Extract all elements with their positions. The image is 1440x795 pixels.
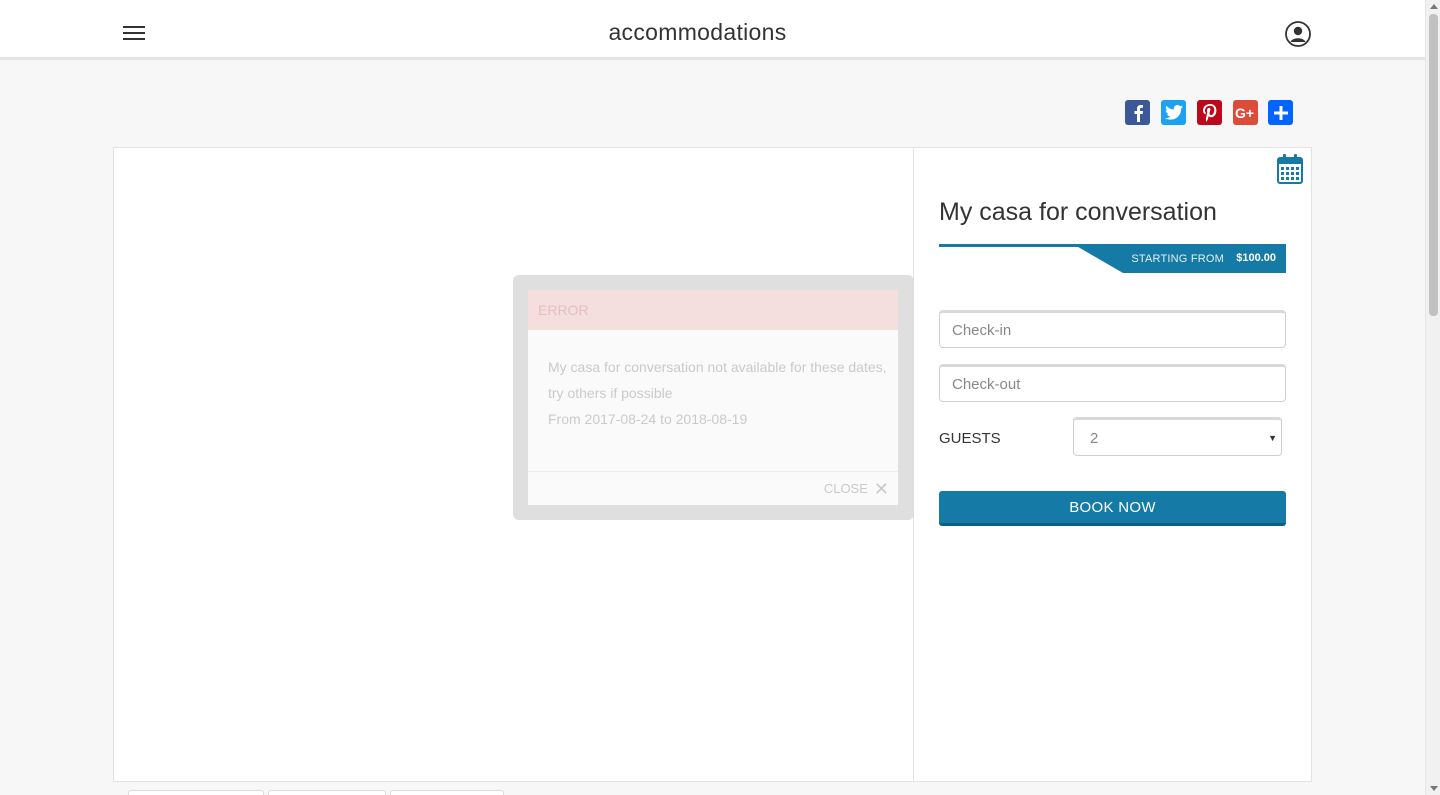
book-now-button[interactable]: BOOK NOW — [939, 491, 1286, 526]
error-modal-body: My casa for conversation not available f… — [548, 354, 888, 432]
facebook-share-button[interactable] — [1125, 100, 1150, 125]
guests-value: 2 — [1090, 430, 1099, 447]
error-modal-header: ERROR — [528, 290, 898, 330]
scroll-down-icon[interactable] — [1430, 786, 1438, 791]
scroll-up-icon[interactable] — [1430, 4, 1438, 9]
checkout-input[interactable] — [939, 364, 1286, 402]
close-label: CLOSE — [823, 481, 868, 496]
svg-text:G+: G+ — [1235, 106, 1254, 120]
error-modal-title: ERROR — [538, 302, 589, 318]
site-title: accommodations — [608, 19, 787, 45]
plus-share-icon — [1273, 105, 1288, 120]
checkin-input[interactable] — [939, 310, 1286, 348]
vertical-scrollbar[interactable] — [1425, 0, 1440, 795]
price-amount: $100.00 — [1236, 252, 1276, 264]
listing-title: My casa for conversation — [939, 198, 1217, 226]
chevron-down-icon: ▼ — [1268, 433, 1277, 443]
top-header: accommodations — [0, 0, 1425, 60]
scroll-thumb[interactable] — [1429, 14, 1438, 316]
guests-select[interactable]: 2 ▼ — [1073, 417, 1282, 456]
price-ribbon: STARTING FROM $100.00 — [939, 244, 1286, 273]
google-plus-icon: G+ — [1235, 106, 1254, 120]
google-plus-share-button[interactable]: G+ — [1233, 100, 1258, 125]
twitter-icon — [1164, 105, 1183, 120]
error-modal-footer: CLOSE ✕ — [528, 471, 898, 505]
price-label: STARTING FROM — [1131, 253, 1224, 265]
guests-label: GUESTS — [939, 430, 1001, 447]
error-dates: From 2017-08-24 to 2018-08-19 — [548, 411, 748, 427]
error-modal: ERROR My casa for conversation not avail… — [528, 290, 898, 505]
close-button[interactable]: CLOSE ✕ — [823, 478, 889, 499]
share-button[interactable] — [1268, 100, 1293, 125]
facebook-icon — [1134, 104, 1143, 122]
calendar-icon[interactable] — [1277, 154, 1303, 184]
pinterest-share-button[interactable] — [1197, 100, 1222, 125]
error-message: My casa for conversation not available f… — [548, 359, 887, 401]
tab-3[interactable] — [390, 790, 504, 795]
pinterest-icon — [1202, 103, 1216, 122]
user-account-icon[interactable] — [1285, 21, 1311, 47]
tab-1[interactable] — [128, 790, 264, 795]
twitter-share-button[interactable] — [1161, 100, 1186, 125]
close-icon: ✕ — [873, 478, 889, 499]
tab-2[interactable] — [268, 790, 386, 795]
